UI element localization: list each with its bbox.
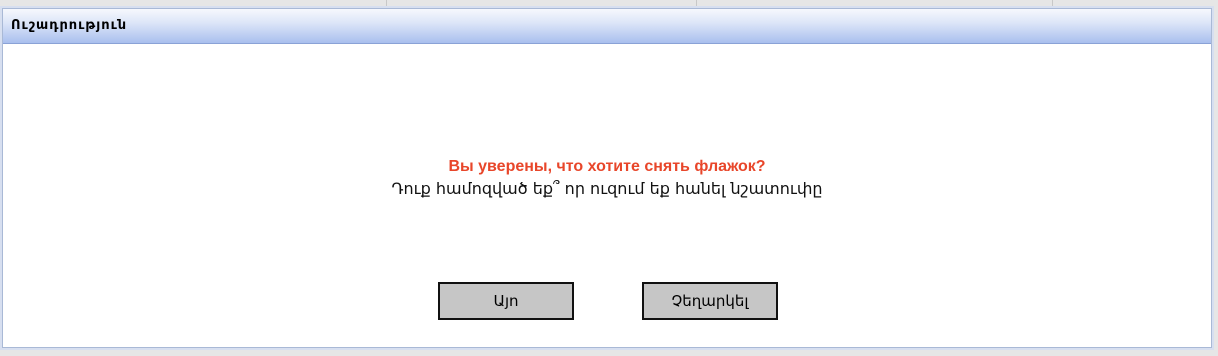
backdrop-divider	[1052, 0, 1053, 8]
confirm-message-russian: Вы уверены, что хотите снять флажок?	[448, 158, 766, 175]
dialog-title: Ուշադրություն	[11, 18, 128, 33]
confirm-message-armenian: Դուք համոզված եք՞ որ ուզում եք հանել նշա…	[391, 179, 823, 198]
cancel-button[interactable]: Չեղարկել	[642, 282, 778, 320]
confirm-dialog: Ուշադրություն Вы уверены, что хотите сня…	[2, 8, 1212, 348]
dialog-titlebar[interactable]: Ուշադրություն	[3, 9, 1211, 44]
yes-button[interactable]: Այո	[438, 282, 574, 320]
backdrop-divider	[696, 0, 697, 8]
backdrop-divider	[386, 0, 387, 8]
